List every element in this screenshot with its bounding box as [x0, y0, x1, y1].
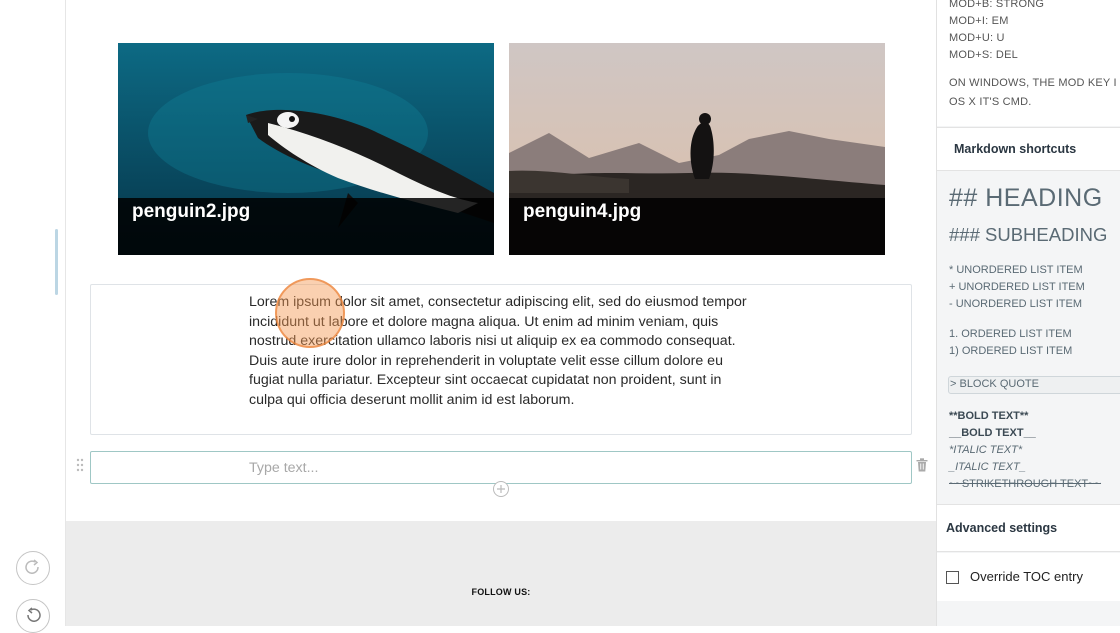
follow-us-label: FOLLOW US: — [471, 587, 531, 597]
trash-icon[interactable] — [916, 458, 928, 472]
hotkeys-panel: MOD+B: STRONG MOD+I: EM MOD+U: U MOD+S: … — [937, 0, 1120, 126]
image-caption: penguin2.jpg — [132, 201, 251, 222]
md-ordered-item: 1. ORDERED LIST ITEM — [949, 328, 1072, 340]
md-italic-example: *ITALIC TEXT* — [949, 444, 1023, 456]
md-unordered-item: - UNORDERED LIST ITEM — [949, 298, 1083, 310]
md-italic-example: _ITALIC TEXT_ — [949, 461, 1026, 473]
override-toc-checkbox[interactable] — [946, 571, 959, 584]
block-position-marker — [55, 229, 58, 295]
image-card-penguin4[interactable]: penguin4.jpg — [509, 43, 885, 255]
md-subheading-example: ### SUBHEADING — [949, 224, 1108, 245]
advanced-settings-header[interactable]: Advanced settings — [937, 504, 1120, 552]
drag-handle-icon[interactable] — [76, 458, 84, 472]
footer-section: FOLLOW US: — [66, 521, 936, 626]
md-strikethrough-example: ~~STRIKETHROUGH TEXT~~ — [949, 478, 1102, 490]
md-ordered-item: 1) ORDERED LIST ITEM — [949, 345, 1073, 357]
override-toc-row[interactable]: Override TOC entry — [937, 553, 1120, 601]
settings-sidebar: MOD+B: STRONG MOD+I: EM MOD+U: U MOD+S: … — [936, 0, 1120, 626]
block-quote-box: > BLOCK QUOTE — [948, 376, 1120, 394]
undo-icon — [27, 607, 41, 622]
md-bold-example: **BOLD TEXT** — [949, 410, 1029, 422]
md-bold-example: __BOLD TEXT__ — [949, 427, 1036, 439]
add-block-icon[interactable] — [492, 480, 510, 498]
advanced-settings-title: Advanced settings — [946, 521, 1058, 535]
left-rail — [0, 0, 66, 633]
md-heading-example: ## HEADING — [949, 184, 1103, 212]
image-card-penguin2[interactable]: penguin2.jpg — [118, 43, 494, 255]
md-unordered-item: + UNORDERED LIST ITEM — [949, 281, 1085, 293]
redo-icon — [25, 559, 39, 574]
image-caption: penguin4.jpg — [523, 201, 642, 222]
undo-button[interactable] — [16, 599, 50, 633]
hotkey-item: MOD+I: EM — [949, 15, 1009, 27]
type-text-input[interactable] — [249, 458, 749, 478]
click-indicator — [275, 278, 345, 348]
hotkey-item: MOD+U: U — [949, 32, 1005, 44]
md-block-quote: > BLOCK QUOTE — [950, 378, 1039, 390]
text-block[interactable]: Lorem ipsum dolor sit amet, consectetur … — [90, 284, 912, 435]
md-unordered-item: * UNORDERED LIST ITEM — [949, 264, 1083, 276]
override-toc-label: Override TOC entry — [970, 569, 1083, 584]
hotkey-item: MOD+B: STRONG — [949, 0, 1045, 10]
markdown-shortcuts-title: Markdown shortcuts — [954, 142, 1077, 156]
redo-button[interactable] — [16, 551, 50, 585]
hotkey-item: MOD+S: DEL — [949, 49, 1018, 61]
mod-key-note: OS X IT'S CMD. — [949, 96, 1032, 108]
markdown-shortcuts-header[interactable]: Markdown shortcuts — [937, 127, 1120, 171]
mod-key-note: ON WINDOWS, THE MOD KEY I — [949, 77, 1117, 89]
